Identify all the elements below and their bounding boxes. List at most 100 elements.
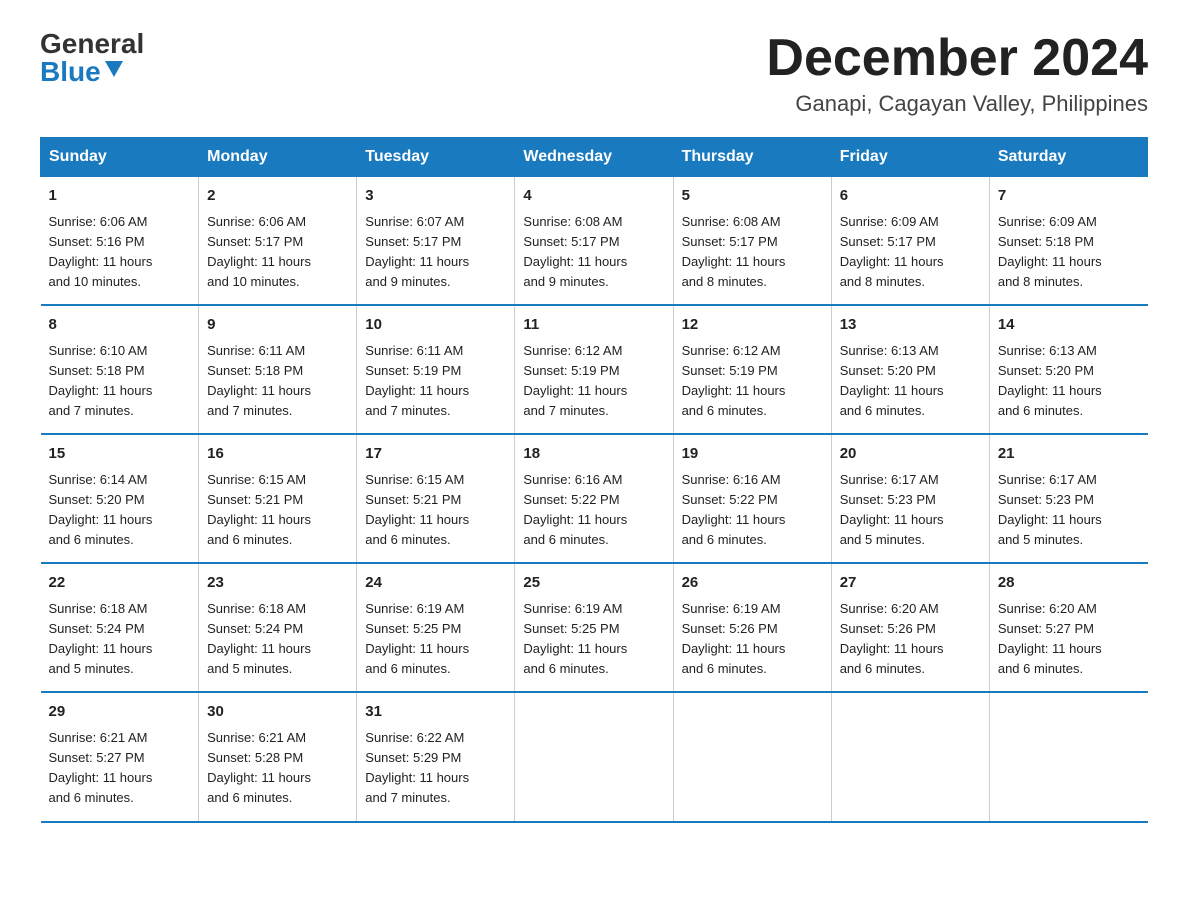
day-number: 9 bbox=[207, 314, 348, 337]
day-info: Sunrise: 6:15 AM Sunset: 5:21 PM Dayligh… bbox=[207, 470, 348, 551]
day-info: Sunrise: 6:17 AM Sunset: 5:23 PM Dayligh… bbox=[998, 470, 1140, 551]
calendar-cell: 12 Sunrise: 6:12 AM Sunset: 5:19 PM Dayl… bbox=[673, 305, 831, 434]
day-number: 18 bbox=[523, 443, 664, 466]
calendar-cell: 1 Sunrise: 6:06 AM Sunset: 5:16 PM Dayli… bbox=[41, 177, 199, 306]
calendar-cell: 6 Sunrise: 6:09 AM Sunset: 5:17 PM Dayli… bbox=[831, 177, 989, 306]
calendar-cell: 31 Sunrise: 6:22 AM Sunset: 5:29 PM Dayl… bbox=[357, 692, 515, 821]
calendar-cell: 18 Sunrise: 6:16 AM Sunset: 5:22 PM Dayl… bbox=[515, 434, 673, 563]
day-number: 10 bbox=[365, 314, 506, 337]
column-header-monday: Monday bbox=[199, 138, 357, 177]
calendar-week-row: 29 Sunrise: 6:21 AM Sunset: 5:27 PM Dayl… bbox=[41, 692, 1148, 821]
day-number: 14 bbox=[998, 314, 1140, 337]
day-number: 16 bbox=[207, 443, 348, 466]
column-header-tuesday: Tuesday bbox=[357, 138, 515, 177]
day-number: 21 bbox=[998, 443, 1140, 466]
calendar-cell: 10 Sunrise: 6:11 AM Sunset: 5:19 PM Dayl… bbox=[357, 305, 515, 434]
calendar-cell: 14 Sunrise: 6:13 AM Sunset: 5:20 PM Dayl… bbox=[989, 305, 1147, 434]
day-info: Sunrise: 6:22 AM Sunset: 5:29 PM Dayligh… bbox=[365, 728, 506, 809]
day-number: 15 bbox=[49, 443, 191, 466]
day-info: Sunrise: 6:19 AM Sunset: 5:25 PM Dayligh… bbox=[523, 599, 664, 680]
logo-general: General bbox=[40, 30, 144, 58]
day-info: Sunrise: 6:10 AM Sunset: 5:18 PM Dayligh… bbox=[49, 341, 191, 422]
calendar-cell: 27 Sunrise: 6:20 AM Sunset: 5:26 PM Dayl… bbox=[831, 563, 989, 692]
day-number: 5 bbox=[682, 185, 823, 208]
calendar-cell: 22 Sunrise: 6:18 AM Sunset: 5:24 PM Dayl… bbox=[41, 563, 199, 692]
column-header-saturday: Saturday bbox=[989, 138, 1147, 177]
location-title: Ganapi, Cagayan Valley, Philippines bbox=[766, 91, 1148, 117]
day-number: 25 bbox=[523, 572, 664, 595]
day-info: Sunrise: 6:16 AM Sunset: 5:22 PM Dayligh… bbox=[682, 470, 823, 551]
calendar-table: SundayMondayTuesdayWednesdayThursdayFrid… bbox=[40, 137, 1148, 822]
day-number: 31 bbox=[365, 701, 506, 724]
calendar-cell: 24 Sunrise: 6:19 AM Sunset: 5:25 PM Dayl… bbox=[357, 563, 515, 692]
calendar-cell: 4 Sunrise: 6:08 AM Sunset: 5:17 PM Dayli… bbox=[515, 177, 673, 306]
day-number: 7 bbox=[998, 185, 1140, 208]
calendar-cell: 23 Sunrise: 6:18 AM Sunset: 5:24 PM Dayl… bbox=[199, 563, 357, 692]
calendar-cell: 20 Sunrise: 6:17 AM Sunset: 5:23 PM Dayl… bbox=[831, 434, 989, 563]
calendar-cell: 29 Sunrise: 6:21 AM Sunset: 5:27 PM Dayl… bbox=[41, 692, 199, 821]
day-info: Sunrise: 6:12 AM Sunset: 5:19 PM Dayligh… bbox=[682, 341, 823, 422]
logo-blue: Blue bbox=[40, 58, 101, 86]
calendar-cell: 8 Sunrise: 6:10 AM Sunset: 5:18 PM Dayli… bbox=[41, 305, 199, 434]
day-number: 23 bbox=[207, 572, 348, 595]
day-number: 17 bbox=[365, 443, 506, 466]
calendar-week-row: 22 Sunrise: 6:18 AM Sunset: 5:24 PM Dayl… bbox=[41, 563, 1148, 692]
day-info: Sunrise: 6:08 AM Sunset: 5:17 PM Dayligh… bbox=[523, 212, 664, 293]
day-number: 26 bbox=[682, 572, 823, 595]
day-info: Sunrise: 6:06 AM Sunset: 5:17 PM Dayligh… bbox=[207, 212, 348, 293]
day-info: Sunrise: 6:15 AM Sunset: 5:21 PM Dayligh… bbox=[365, 470, 506, 551]
day-info: Sunrise: 6:14 AM Sunset: 5:20 PM Dayligh… bbox=[49, 470, 191, 551]
calendar-cell: 28 Sunrise: 6:20 AM Sunset: 5:27 PM Dayl… bbox=[989, 563, 1147, 692]
calendar-week-row: 1 Sunrise: 6:06 AM Sunset: 5:16 PM Dayli… bbox=[41, 177, 1148, 306]
day-info: Sunrise: 6:09 AM Sunset: 5:17 PM Dayligh… bbox=[840, 212, 981, 293]
day-info: Sunrise: 6:21 AM Sunset: 5:27 PM Dayligh… bbox=[49, 728, 191, 809]
day-info: Sunrise: 6:17 AM Sunset: 5:23 PM Dayligh… bbox=[840, 470, 981, 551]
logo-triangle-icon bbox=[105, 61, 123, 81]
logo: General Blue bbox=[40, 30, 144, 86]
column-header-friday: Friday bbox=[831, 138, 989, 177]
day-number: 12 bbox=[682, 314, 823, 337]
calendar-cell bbox=[989, 692, 1147, 821]
column-header-sunday: Sunday bbox=[41, 138, 199, 177]
day-info: Sunrise: 6:13 AM Sunset: 5:20 PM Dayligh… bbox=[998, 341, 1140, 422]
day-info: Sunrise: 6:08 AM Sunset: 5:17 PM Dayligh… bbox=[682, 212, 823, 293]
calendar-week-row: 15 Sunrise: 6:14 AM Sunset: 5:20 PM Dayl… bbox=[41, 434, 1148, 563]
month-title: December 2024 bbox=[766, 30, 1148, 87]
day-info: Sunrise: 6:20 AM Sunset: 5:27 PM Dayligh… bbox=[998, 599, 1140, 680]
page-header: General Blue December 2024 Ganapi, Cagay… bbox=[40, 30, 1148, 117]
day-number: 30 bbox=[207, 701, 348, 724]
day-info: Sunrise: 6:18 AM Sunset: 5:24 PM Dayligh… bbox=[49, 599, 191, 680]
calendar-cell: 15 Sunrise: 6:14 AM Sunset: 5:20 PM Dayl… bbox=[41, 434, 199, 563]
day-info: Sunrise: 6:07 AM Sunset: 5:17 PM Dayligh… bbox=[365, 212, 506, 293]
day-number: 27 bbox=[840, 572, 981, 595]
day-number: 4 bbox=[523, 185, 664, 208]
day-number: 11 bbox=[523, 314, 664, 337]
day-info: Sunrise: 6:18 AM Sunset: 5:24 PM Dayligh… bbox=[207, 599, 348, 680]
calendar-cell: 13 Sunrise: 6:13 AM Sunset: 5:20 PM Dayl… bbox=[831, 305, 989, 434]
calendar-cell: 2 Sunrise: 6:06 AM Sunset: 5:17 PM Dayli… bbox=[199, 177, 357, 306]
calendar-cell: 17 Sunrise: 6:15 AM Sunset: 5:21 PM Dayl… bbox=[357, 434, 515, 563]
day-number: 2 bbox=[207, 185, 348, 208]
calendar-cell: 5 Sunrise: 6:08 AM Sunset: 5:17 PM Dayli… bbox=[673, 177, 831, 306]
day-number: 13 bbox=[840, 314, 981, 337]
day-info: Sunrise: 6:12 AM Sunset: 5:19 PM Dayligh… bbox=[523, 341, 664, 422]
calendar-cell: 21 Sunrise: 6:17 AM Sunset: 5:23 PM Dayl… bbox=[989, 434, 1147, 563]
calendar-header-row: SundayMondayTuesdayWednesdayThursdayFrid… bbox=[41, 138, 1148, 177]
calendar-cell bbox=[673, 692, 831, 821]
day-number: 8 bbox=[49, 314, 191, 337]
day-info: Sunrise: 6:11 AM Sunset: 5:18 PM Dayligh… bbox=[207, 341, 348, 422]
day-number: 3 bbox=[365, 185, 506, 208]
calendar-cell bbox=[515, 692, 673, 821]
calendar-cell: 11 Sunrise: 6:12 AM Sunset: 5:19 PM Dayl… bbox=[515, 305, 673, 434]
calendar-week-row: 8 Sunrise: 6:10 AM Sunset: 5:18 PM Dayli… bbox=[41, 305, 1148, 434]
day-info: Sunrise: 6:09 AM Sunset: 5:18 PM Dayligh… bbox=[998, 212, 1140, 293]
day-info: Sunrise: 6:11 AM Sunset: 5:19 PM Dayligh… bbox=[365, 341, 506, 422]
day-number: 6 bbox=[840, 185, 981, 208]
day-info: Sunrise: 6:21 AM Sunset: 5:28 PM Dayligh… bbox=[207, 728, 348, 809]
day-info: Sunrise: 6:06 AM Sunset: 5:16 PM Dayligh… bbox=[49, 212, 191, 293]
calendar-cell: 30 Sunrise: 6:21 AM Sunset: 5:28 PM Dayl… bbox=[199, 692, 357, 821]
day-number: 24 bbox=[365, 572, 506, 595]
day-info: Sunrise: 6:19 AM Sunset: 5:26 PM Dayligh… bbox=[682, 599, 823, 680]
calendar-cell: 16 Sunrise: 6:15 AM Sunset: 5:21 PM Dayl… bbox=[199, 434, 357, 563]
calendar-cell: 25 Sunrise: 6:19 AM Sunset: 5:25 PM Dayl… bbox=[515, 563, 673, 692]
